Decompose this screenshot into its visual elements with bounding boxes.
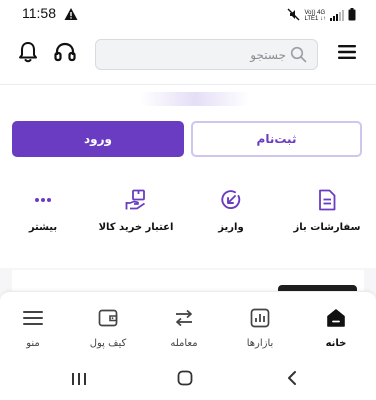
main-menu-button[interactable]	[336, 42, 358, 64]
shortcut-label: بیشتر	[28, 222, 58, 233]
nav-label: کیف پول	[89, 338, 127, 349]
shortcut-more[interactable]: بیشتر	[0, 188, 86, 244]
support-button[interactable]	[53, 42, 77, 66]
header-divider	[0, 84, 376, 85]
nav-wallet[interactable]: کیف پول	[78, 306, 138, 350]
more-icon	[31, 188, 55, 212]
headset-icon	[54, 42, 76, 66]
status-bar: 11:58 Vo)) 4G LTE1 ↓↑	[0, 0, 376, 28]
shortcut-open-orders[interactable]: سفارشات باز	[284, 188, 370, 244]
bell-icon	[18, 41, 38, 67]
mute-icon	[287, 6, 300, 25]
nav-home[interactable]: خانه	[306, 306, 366, 350]
notifications-button[interactable]	[17, 42, 39, 66]
home-system-button[interactable]	[175, 370, 195, 390]
signal-icon	[330, 6, 344, 25]
nav-menu[interactable]: منو	[3, 306, 63, 350]
open-orders-icon	[315, 188, 339, 212]
hamburger-icon	[338, 44, 356, 63]
purchase-credit-icon	[124, 188, 148, 212]
quick-actions: سفارشات باز واریز اعتبار خرید کالا بیشتر	[0, 188, 376, 248]
shortcut-label: اعتبار خرید کالا	[98, 222, 174, 233]
recent-apps-icon	[71, 371, 87, 390]
nav-markets[interactable]: بازارها	[230, 306, 290, 350]
system-navigation-bar	[0, 359, 376, 400]
deposit-icon	[219, 188, 243, 212]
search-bar[interactable]	[95, 39, 318, 70]
battery-icon	[348, 6, 356, 25]
nav-label: معامله	[170, 338, 198, 349]
markets-icon	[248, 306, 272, 330]
home-icon	[324, 306, 348, 330]
back-chevron-icon	[286, 370, 298, 390]
signup-button[interactable]: ثبت‌نام	[191, 121, 362, 157]
nav-label: خانه	[325, 338, 347, 349]
status-time: 11:58	[22, 5, 56, 21]
system-status-icons: Vo)) 4G LTE1 ↓↑	[287, 6, 356, 25]
trade-icon	[172, 306, 196, 330]
shortcut-label: واریز	[218, 222, 244, 233]
banner-graphic	[140, 92, 250, 106]
shortcut-deposit[interactable]: واریز	[188, 188, 274, 244]
wallet-icon	[96, 306, 120, 330]
search-input[interactable]	[106, 40, 286, 69]
login-button[interactable]: ورود	[12, 121, 184, 157]
app-header	[0, 28, 376, 84]
recent-apps-button[interactable]	[69, 371, 89, 389]
home-circle-icon	[177, 370, 193, 390]
warning-icon	[64, 6, 78, 20]
nav-label: منو	[26, 338, 40, 349]
network-label: Vo)) 4G LTE1 ↓↑	[304, 10, 326, 22]
shortcut-label: سفارشات باز	[293, 222, 361, 233]
nav-trade[interactable]: معامله	[154, 306, 214, 350]
shortcut-purchase-credit[interactable]: اعتبار خرید کالا	[93, 188, 179, 244]
menu-icon	[21, 306, 45, 330]
back-button[interactable]	[282, 371, 302, 389]
network-label-bottom: LTE1 ↓↑	[304, 15, 326, 22]
nav-label: بازارها	[246, 338, 274, 349]
search-icon	[290, 46, 307, 63]
bottom-navigation: خانه بازارها معامله کیف پول منو	[0, 291, 376, 359]
